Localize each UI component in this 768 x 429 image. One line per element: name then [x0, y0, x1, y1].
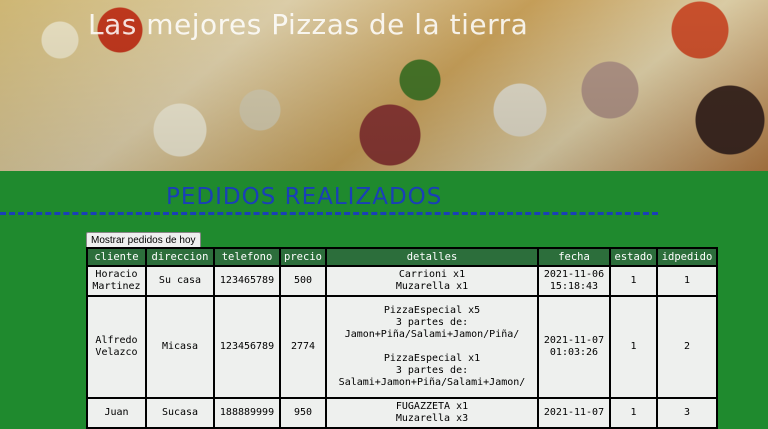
cell-precio: 950: [281, 399, 325, 427]
hero-banner: Las mejores Pizzas de la tierra: [0, 0, 768, 171]
cell-cliente: Alfredo Velazco: [88, 297, 145, 397]
header-precio: precio: [281, 249, 325, 265]
cell-telefono: 123456789: [215, 297, 279, 397]
cell-estado: 1: [611, 267, 656, 295]
orders-table: cliente direccion telefono precio detall…: [86, 247, 718, 429]
cell-idpedido: 2: [658, 297, 716, 397]
header-direccion: direccion: [147, 249, 213, 265]
table-row: Alfredo Velazco Micasa 123456789 2774 Pi…: [88, 297, 716, 397]
table-header-row: cliente direccion telefono precio detall…: [88, 249, 716, 265]
cell-telefono: 188889999: [215, 399, 279, 427]
cell-direccion: Sucasa: [147, 399, 213, 427]
header-cliente: cliente: [88, 249, 145, 265]
header-fecha: fecha: [539, 249, 609, 265]
cell-cliente: Juan: [88, 399, 145, 427]
header-idpedido: idpedido: [658, 249, 716, 265]
header-detalles: detalles: [327, 249, 537, 265]
cell-estado: 1: [611, 297, 656, 397]
dashed-divider: [0, 212, 658, 215]
cell-cliente: Horacio Martinez: [88, 267, 145, 295]
cell-fecha: 2021-11-07 01:03:26: [539, 297, 609, 397]
cell-detalles: Carrioni x1 Muzarella x1: [327, 267, 537, 295]
header-telefono: telefono: [215, 249, 279, 265]
cell-precio: 500: [281, 267, 325, 295]
page-title: PEDIDOS REALIZADOS: [166, 184, 443, 210]
cell-direccion: Micasa: [147, 297, 213, 397]
cell-idpedido: 3: [658, 399, 716, 427]
cell-precio: 2774: [281, 297, 325, 397]
cell-fecha: 2021-11-07: [539, 399, 609, 427]
cell-telefono: 123465789: [215, 267, 279, 295]
table-row: Juan Sucasa 188889999 950 FUGAZZETA x1 M…: [88, 399, 716, 427]
table-row: Horacio Martinez Su casa 123465789 500 C…: [88, 267, 716, 295]
cell-detalles: FUGAZZETA x1 Muzarella x3: [327, 399, 537, 427]
hero-title: Las mejores Pizzas de la tierra: [88, 8, 529, 41]
cell-estado: 1: [611, 399, 656, 427]
cell-direccion: Su casa: [147, 267, 213, 295]
header-estado: estado: [611, 249, 656, 265]
cell-detalles: PizzaEspecial x5 3 partes de: Jamon+Piña…: [327, 297, 537, 397]
cell-fecha: 2021-11-06 15:18:43: [539, 267, 609, 295]
cell-idpedido: 1: [658, 267, 716, 295]
